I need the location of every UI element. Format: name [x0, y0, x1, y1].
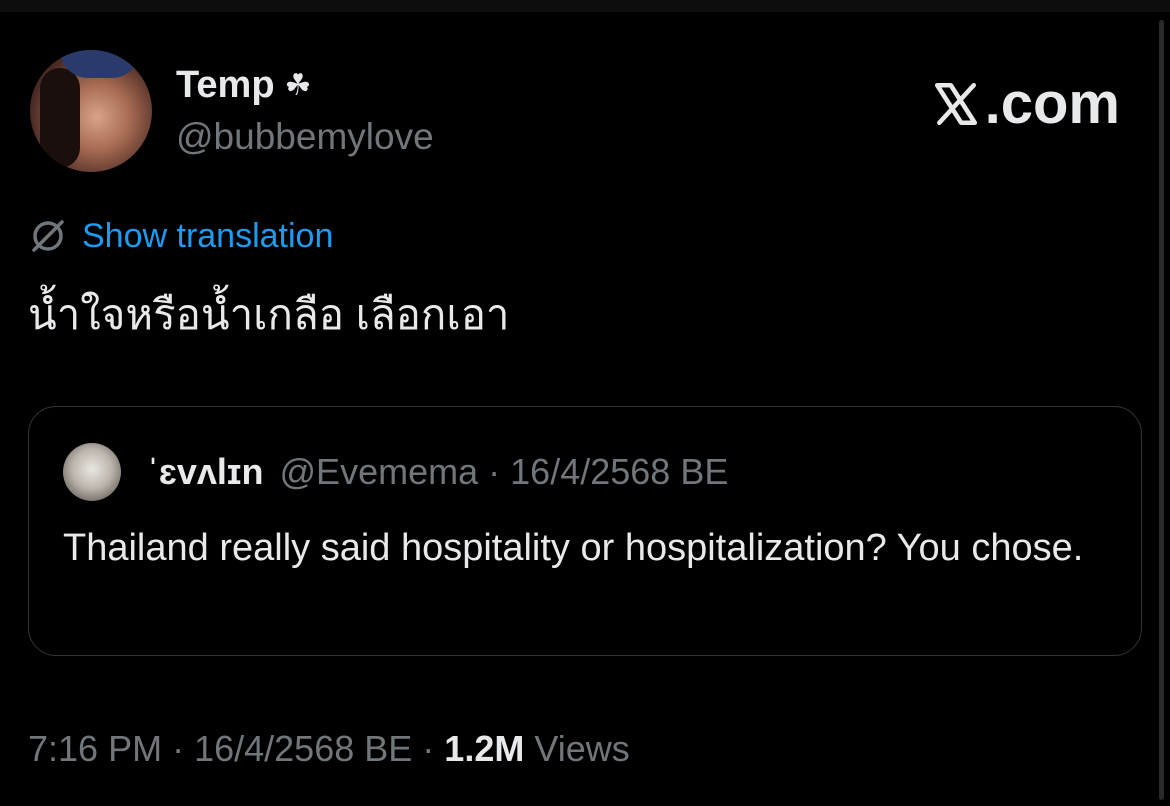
- scrollbar[interactable]: [1159, 20, 1164, 800]
- views-count: 1.2M: [444, 728, 525, 769]
- quoted-tweet-date[interactable]: 16/4/2568 BE: [510, 451, 728, 492]
- author-display-name[interactable]: Temp ☘: [176, 64, 311, 107]
- author-name[interactable]: Temp: [176, 64, 275, 107]
- tweet-time[interactable]: 7:16 PM: [28, 728, 162, 769]
- quoted-tweet-text: Thailand really said hospitality or hosp…: [63, 527, 1084, 569]
- top-strip: [0, 0, 1170, 12]
- author-handle[interactable]: @bubbemylove: [176, 116, 434, 158]
- quoted-tweet-header: ˈɛvʌlɪn @Evemema · 16/4/2568 BE: [147, 451, 728, 493]
- show-translation-link[interactable]: Show translation: [82, 217, 333, 256]
- quoted-author-name[interactable]: ˈɛvʌlɪn: [147, 451, 264, 493]
- tweet-date[interactable]: 16/4/2568 BE: [194, 728, 412, 769]
- views-label: Views: [534, 728, 630, 769]
- quoted-author-handle[interactable]: @Evemema: [280, 451, 479, 492]
- quoted-author-meta: @Evemema · 16/4/2568 BE: [280, 451, 729, 493]
- x-logo-icon: [934, 82, 977, 125]
- tweet-footer: 7:16 PM · 16/4/2568 BE · 1.2M Views: [28, 728, 630, 770]
- meta-separator: ·: [488, 451, 501, 492]
- x-com-watermark: .com: [931, 70, 1120, 137]
- quoted-author-avatar[interactable]: [63, 443, 121, 501]
- brand-domain: .com: [984, 71, 1120, 136]
- clover-icon: ☘: [284, 69, 312, 102]
- tweet-text: น้ำใจหรือน้ำเกลือ เลือกเอา: [28, 291, 510, 338]
- translation-row[interactable]: Show translation: [28, 216, 333, 256]
- quoted-tweet-card[interactable]: ˈɛvʌlɪn @Evemema · 16/4/2568 BE Thailand…: [28, 406, 1142, 656]
- translate-globe-icon: [32, 220, 64, 252]
- author-avatar[interactable]: [30, 50, 152, 172]
- footer-separator: ·: [422, 728, 445, 769]
- avatar-hair: [40, 68, 80, 168]
- footer-separator: ·: [172, 728, 195, 769]
